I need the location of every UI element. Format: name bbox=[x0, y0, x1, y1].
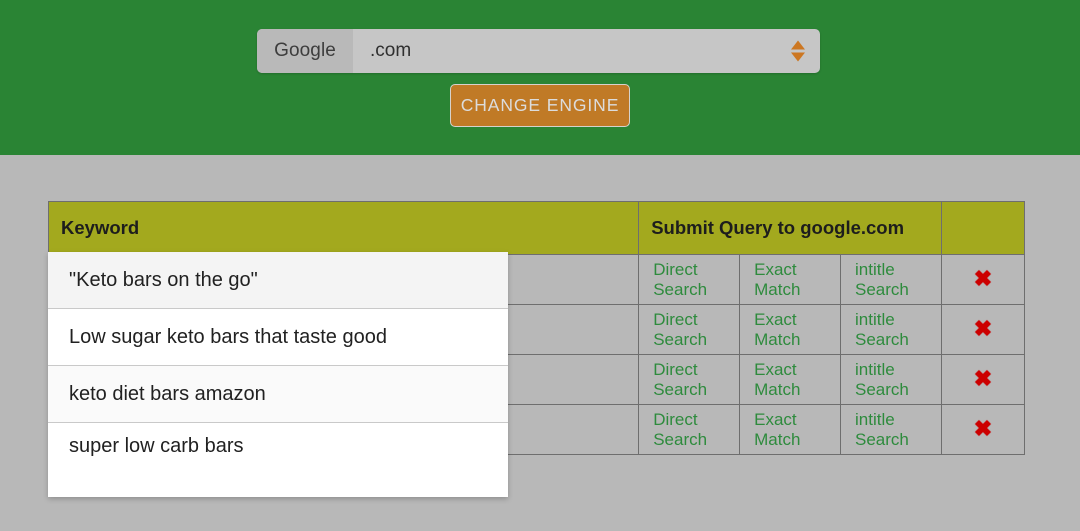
exact-match-link[interactable]: Exact Match bbox=[754, 310, 800, 349]
cell-direct-search[interactable]: Direct Search bbox=[638, 404, 741, 455]
cell-intitle-search[interactable]: intitle Search bbox=[840, 404, 942, 455]
delete-row-icon[interactable]: ✖ bbox=[974, 418, 992, 440]
cell-delete[interactable]: ✖ bbox=[940, 254, 1026, 305]
direct-search-link[interactable]: Direct Search bbox=[653, 410, 707, 449]
list-item[interactable]: Low sugar keto bars that taste good bbox=[48, 309, 508, 366]
list-item[interactable]: "Keto bars on the go" bbox=[48, 252, 508, 309]
cell-intitle-search[interactable]: intitle Search bbox=[840, 304, 942, 355]
engine-domain-value: .com bbox=[370, 40, 412, 61]
cell-delete[interactable]: ✖ bbox=[940, 404, 1026, 455]
cell-direct-search[interactable]: Direct Search bbox=[638, 304, 741, 355]
column-header-keyword: Keyword bbox=[47, 201, 640, 255]
intitle-search-link[interactable]: intitle Search bbox=[855, 260, 909, 299]
exact-match-link[interactable]: Exact Match bbox=[754, 360, 800, 399]
cell-direct-search[interactable]: Direct Search bbox=[638, 254, 741, 305]
list-item[interactable]: keto diet bars amazon bbox=[48, 366, 508, 423]
engine-domain-field[interactable]: .com bbox=[353, 29, 820, 73]
cell-delete[interactable]: ✖ bbox=[940, 354, 1026, 405]
table-header-row: Keyword Submit Query to google.com bbox=[47, 201, 1026, 255]
cell-direct-search[interactable]: Direct Search bbox=[638, 354, 741, 405]
intitle-search-link[interactable]: intitle Search bbox=[855, 410, 909, 449]
up-down-arrow-icon[interactable] bbox=[791, 40, 805, 62]
direct-search-link[interactable]: Direct Search bbox=[653, 360, 707, 399]
cell-exact-match[interactable]: Exact Match bbox=[739, 404, 842, 455]
list-item[interactable]: super low carb bars bbox=[48, 423, 508, 497]
keyword-suggestion-overlay[interactable]: "Keto bars on the go" Low sugar keto bar… bbox=[48, 252, 508, 497]
delete-row-icon[interactable]: ✖ bbox=[974, 368, 992, 390]
engine-header-band: Google .com CHANGE ENGINE bbox=[0, 0, 1080, 155]
intitle-search-link[interactable]: intitle Search bbox=[855, 310, 909, 349]
column-header-submit-query: Submit Query to google.com bbox=[638, 201, 942, 255]
cell-exact-match[interactable]: Exact Match bbox=[739, 254, 842, 305]
cell-intitle-search[interactable]: intitle Search bbox=[840, 254, 942, 305]
chevron-up-icon bbox=[791, 40, 805, 50]
table-head: Keyword Submit Query to google.com bbox=[47, 201, 1026, 255]
chevron-down-icon bbox=[791, 52, 805, 62]
exact-match-link[interactable]: Exact Match bbox=[754, 260, 800, 299]
search-engine-select[interactable]: Google .com bbox=[257, 29, 820, 73]
exact-match-link[interactable]: Exact Match bbox=[754, 410, 800, 449]
delete-row-icon[interactable]: ✖ bbox=[974, 318, 992, 340]
cell-delete[interactable]: ✖ bbox=[940, 304, 1026, 355]
direct-search-link[interactable]: Direct Search bbox=[653, 260, 707, 299]
engine-prefix-label: Google bbox=[257, 29, 353, 73]
cell-exact-match[interactable]: Exact Match bbox=[739, 354, 842, 405]
change-engine-button[interactable]: CHANGE ENGINE bbox=[450, 84, 630, 127]
cell-exact-match[interactable]: Exact Match bbox=[739, 304, 842, 355]
delete-row-icon[interactable]: ✖ bbox=[974, 268, 992, 290]
cell-intitle-search[interactable]: intitle Search bbox=[840, 354, 942, 405]
intitle-search-link[interactable]: intitle Search bbox=[855, 360, 909, 399]
column-header-delete bbox=[940, 201, 1026, 255]
direct-search-link[interactable]: Direct Search bbox=[653, 310, 707, 349]
